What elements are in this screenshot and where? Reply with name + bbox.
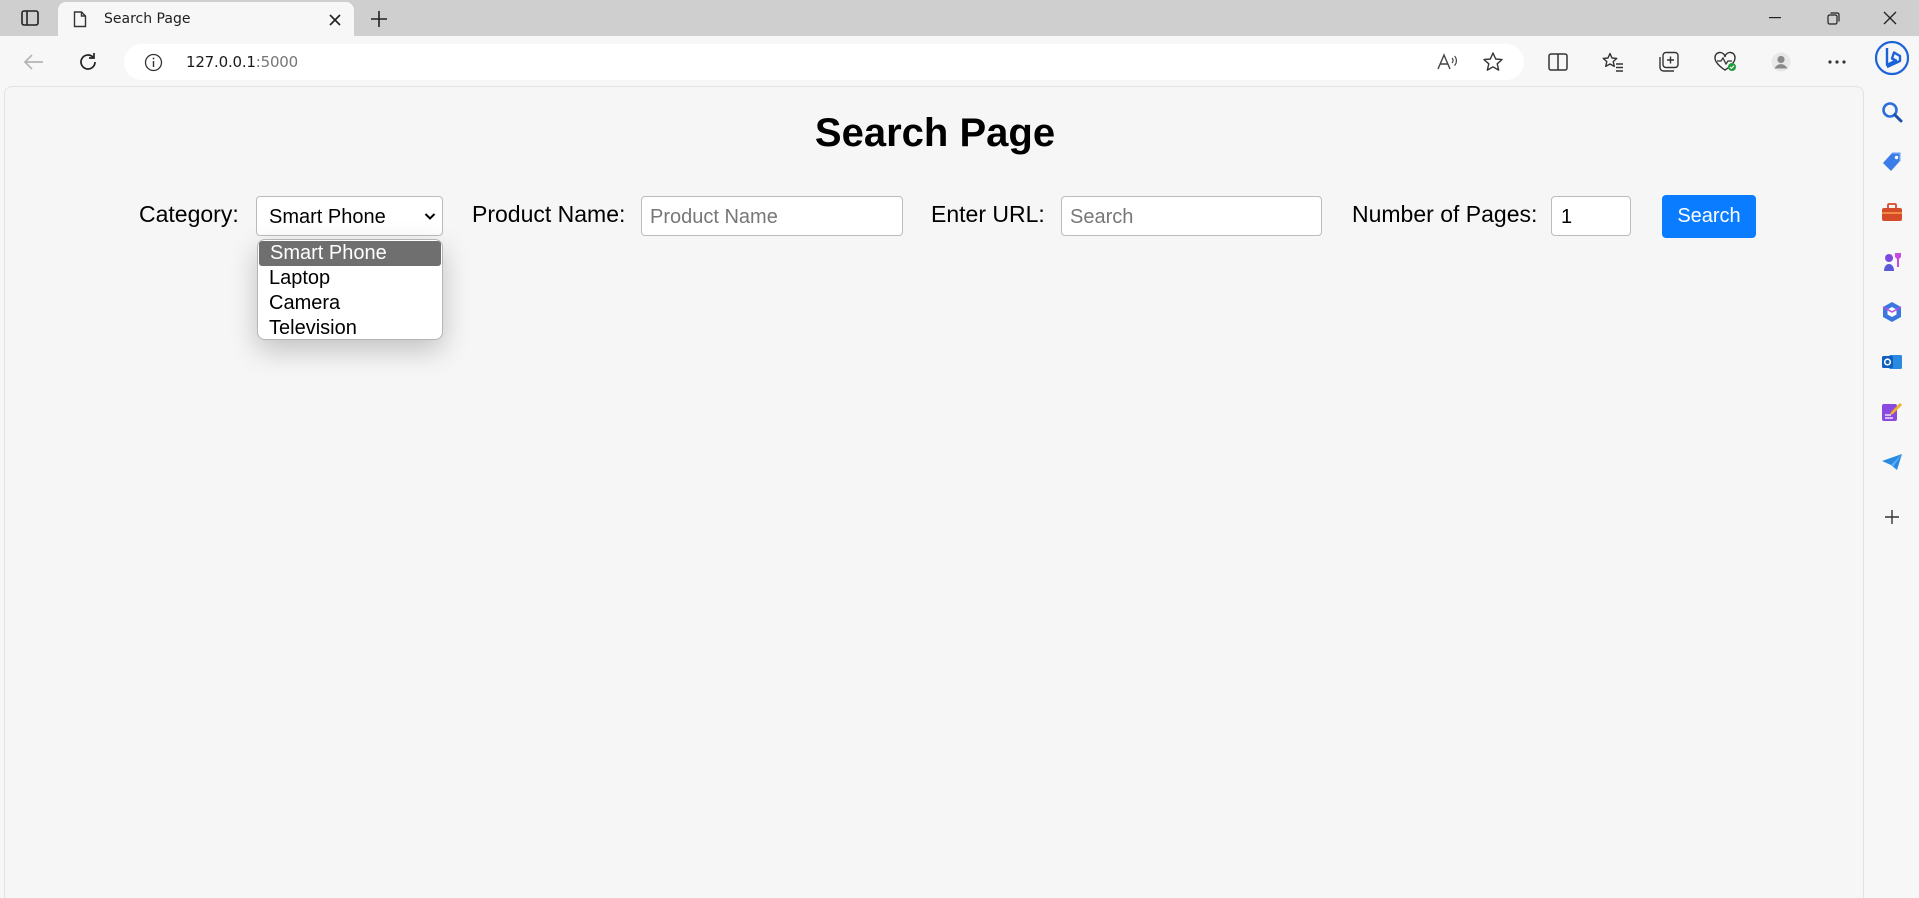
shopping-sidebar-button[interactable]: [1878, 148, 1906, 176]
refresh-button[interactable]: [71, 45, 105, 79]
pages-label: Number of Pages:: [1352, 201, 1538, 227]
plus-icon: [371, 11, 387, 27]
add-sidebar-app-button[interactable]: [1878, 503, 1906, 531]
address-bar[interactable]: 127.0.0.1:5000: [124, 44, 1524, 80]
microsoft365-icon: [1882, 302, 1902, 322]
tab-actions-button[interactable]: [10, 4, 50, 32]
profile-icon: [1771, 52, 1791, 72]
refresh-icon: [80, 53, 96, 70]
category-label: Category:: [139, 201, 239, 227]
category-option-smart-phone[interactable]: Smart Phone: [259, 241, 441, 266]
tag-icon: [1883, 152, 1901, 171]
tab-bar: Search Page: [0, 0, 1919, 36]
search-icon: [1882, 102, 1903, 123]
url-port: :5000: [255, 53, 298, 71]
close-icon: [329, 14, 341, 26]
outlook-icon: [1882, 355, 1902, 369]
url-host: 127.0.0.1: [186, 53, 256, 71]
toolbox-icon: [1882, 203, 1902, 221]
pages-input[interactable]: 1: [1551, 196, 1631, 236]
url-text: 127.0.0.1:5000: [186, 53, 298, 71]
bing-icon: [1874, 40, 1910, 76]
read-aloud-icon[interactable]: [1436, 52, 1458, 72]
favorites-button[interactable]: [1596, 45, 1630, 79]
designer-sidebar-button[interactable]: [1878, 398, 1906, 426]
games-sidebar-button[interactable]: [1878, 248, 1906, 276]
category-option-laptop[interactable]: Laptop: [258, 266, 442, 291]
category-option-television[interactable]: Television: [258, 316, 442, 339]
product-name-label: Product Name:: [472, 201, 626, 227]
copilot-button[interactable]: [1874, 40, 1910, 76]
category-selected-value: Smart Phone: [269, 206, 386, 228]
close-window-button[interactable]: [1862, 0, 1918, 36]
chess-icon: [1884, 253, 1901, 271]
plus-icon: [1885, 510, 1899, 524]
url-label: Enter URL:: [931, 201, 1045, 227]
url-placeholder: Search: [1070, 206, 1134, 228]
search-button[interactable]: Search: [1662, 195, 1756, 238]
browser-tab[interactable]: Search Page: [58, 2, 354, 36]
edge-sidebar: [1864, 36, 1919, 898]
minimize-button[interactable]: [1747, 0, 1803, 36]
collections-button[interactable]: [1652, 45, 1686, 79]
outlook-sidebar-button[interactable]: [1878, 348, 1906, 376]
back-arrow-icon: [24, 54, 43, 70]
page-viewport: Search Page Category: Smart Phone Produc…: [4, 86, 1864, 898]
heart-pulse-icon: [1714, 51, 1736, 71]
new-tab-button[interactable]: [366, 6, 392, 32]
browser-toolbar: 127.0.0.1:5000: [0, 36, 1919, 86]
product-name-placeholder: Product Name: [650, 206, 778, 228]
browser-essentials-button[interactable]: [1708, 45, 1742, 79]
send-sidebar-button[interactable]: [1878, 448, 1906, 476]
category-select[interactable]: Smart Phone: [256, 196, 443, 236]
category-option-camera[interactable]: Camera: [258, 291, 442, 316]
category-dropdown: Smart Phone Laptop Camera Television: [257, 239, 443, 340]
settings-more-button[interactable]: [1820, 45, 1854, 79]
url-input[interactable]: Search: [1061, 196, 1322, 236]
page-icon: [73, 11, 87, 28]
restore-button[interactable]: [1805, 0, 1861, 36]
pages-value: 1: [1561, 206, 1573, 228]
collections-icon: [1659, 51, 1679, 72]
tools-sidebar-button[interactable]: [1878, 198, 1906, 226]
split-screen-icon: [1548, 53, 1568, 71]
back-button[interactable]: [17, 45, 51, 79]
star-icon[interactable]: [1482, 51, 1504, 73]
search-sidebar-button[interactable]: [1878, 98, 1906, 126]
more-icon: [1828, 60, 1846, 64]
product-name-input[interactable]: Product Name: [641, 196, 903, 236]
info-icon: [144, 53, 163, 72]
chevron-down-icon: [424, 213, 436, 220]
close-icon: [1883, 11, 1897, 25]
paper-plane-icon: [1882, 454, 1902, 470]
minimize-icon: [1769, 17, 1781, 19]
restore-icon: [1826, 11, 1840, 25]
designer-icon: [1882, 403, 1902, 421]
page-title: Search Page: [814, 111, 1056, 155]
tab-actions-icon: [21, 10, 39, 26]
m365-sidebar-button[interactable]: [1878, 298, 1906, 326]
tab-title: Search Page: [104, 11, 191, 27]
profile-button[interactable]: [1764, 45, 1798, 79]
close-tab-button[interactable]: [324, 9, 346, 31]
favorites-icon: [1602, 52, 1623, 72]
split-screen-button[interactable]: [1541, 45, 1575, 79]
